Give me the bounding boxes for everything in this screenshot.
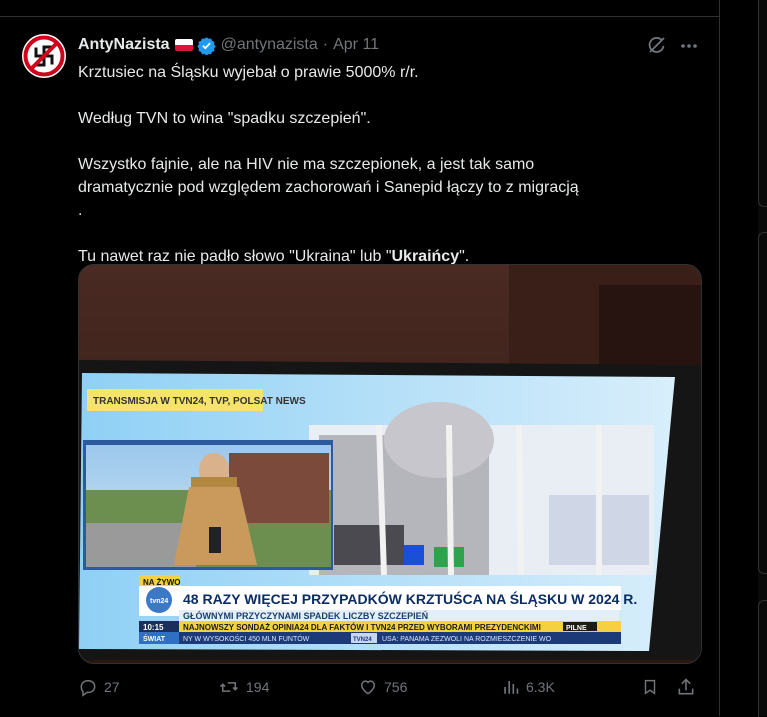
views-icon xyxy=(504,681,519,694)
header-separator: · xyxy=(322,36,329,53)
timeline-border xyxy=(719,0,720,716)
tweet-line: Wszystko fajnie, ale na HIV nie ma szcze… xyxy=(78,156,535,173)
author-handle[interactable]: @antynazista xyxy=(221,36,318,54)
tv-subheadline: GŁÓWNYMI PRZYCZYNAMI SPADEK LICZBY SZCZE… xyxy=(183,610,428,621)
poland-flag-icon xyxy=(174,39,193,51)
repost-button[interactable]: 194 xyxy=(218,676,269,698)
tv-ticker-2b: USA: PANAMA ZEZWOLI NA ROZMIESZCZENIE WO xyxy=(382,636,552,643)
live-badge: NA ŻYWO xyxy=(143,578,180,587)
reply-icon xyxy=(80,680,96,697)
tv-ticker-badge: PILNE xyxy=(566,625,587,632)
repost-count: 194 xyxy=(246,679,270,695)
tweet-line: dramatycznie pod względem zachorowań i S… xyxy=(78,179,579,196)
tv-headline: 48 RAZY WIĘCEJ PRZYPADKÓW KRZTUŚCA NA ŚL… xyxy=(183,590,637,607)
author-name[interactable]: AntyNazista xyxy=(78,36,170,54)
views-button[interactable]: 6.3K xyxy=(502,676,555,698)
reply-count: 27 xyxy=(104,679,120,695)
tweet-line: Tu nawet raz nie padło słowo "Ukraina" l… xyxy=(78,248,392,265)
share-button[interactable] xyxy=(676,676,696,698)
tweet-text: Krztusiec na Śląsku wyjebał o prawie 500… xyxy=(78,61,698,268)
tweet-header: AntyNazista @antynazista · Apr 11 xyxy=(78,34,379,56)
verified-badge-icon[interactable] xyxy=(196,36,216,55)
like-button[interactable]: 756 xyxy=(358,676,407,698)
tv-ticker-1: NAJNOWSZY SONDAŻ OPINIA24 DLA FAKTÓW I T… xyxy=(183,623,541,632)
grok-icon[interactable] xyxy=(646,34,668,56)
tweet-line-with-flag: dramatycznie pod względem zachorowań i S… xyxy=(78,176,698,199)
tv-time: 10:15 xyxy=(143,623,164,632)
bookmark-icon xyxy=(644,679,656,695)
ukraine-flag-icon xyxy=(583,180,603,194)
like-count: 756 xyxy=(384,679,408,695)
more-icon[interactable] xyxy=(678,36,700,56)
bookmark-button[interactable] xyxy=(641,676,659,698)
reply-button[interactable]: 27 xyxy=(78,676,120,698)
channel-banner: TRANSMISJA W TVN24, TVP, POLSAT NEWS xyxy=(93,396,306,407)
tv-ticker-2a: NY W WYSOKOŚCI 450 MLN FUNTÓW xyxy=(183,634,310,643)
repost-icon xyxy=(219,682,239,692)
tweet-line: Według TVN to wina "spadku szczepień". xyxy=(78,110,371,127)
right-panel-edge xyxy=(758,0,767,717)
tweet-date[interactable]: Apr 11 xyxy=(333,36,379,54)
tweet-bold-word: Ukraińcy xyxy=(391,248,460,265)
like-icon xyxy=(360,680,376,695)
tv-world-badge: ŚWIAT xyxy=(143,634,166,643)
crossed-swastika-avatar[interactable] xyxy=(22,34,66,78)
tweet-photo[interactable]: TRANSMISJA W TVN24, TVP, POLSAT NEWS NA … xyxy=(78,264,702,664)
tweet-actions: 27 194 756 6.3K xyxy=(78,676,700,698)
share-icon xyxy=(678,678,694,695)
tweet-line: Krztusiec na Śląsku wyjebał o prawie 500… xyxy=(78,64,419,81)
tweet-line-end: ". xyxy=(459,248,470,265)
views-count: 6.3K xyxy=(526,679,555,695)
tvn24-logo: tvn24 xyxy=(150,598,168,605)
tv-photo: TRANSMISJA W TVN24, TVP, POLSAT NEWS NA … xyxy=(79,265,701,663)
tweet[interactable]: AntyNazista @antynazista · Apr 11 Krztus… xyxy=(0,0,719,699)
tv-ticker-logo: TVN24 xyxy=(353,637,372,643)
